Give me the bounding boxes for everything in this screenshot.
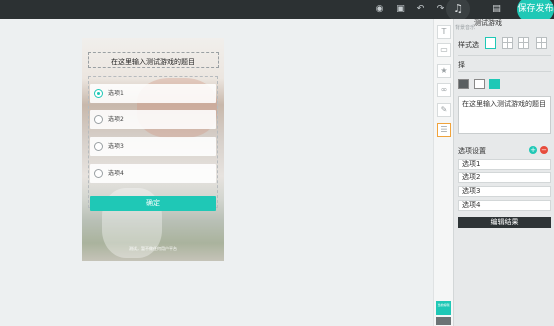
option-3[interactable]: 选项3 bbox=[90, 137, 216, 156]
option-label: 选项3 bbox=[108, 143, 124, 150]
preview-icon[interactable]: ▣ bbox=[394, 3, 407, 16]
tool-strip: T ▭ ★ ∞ ✎ ☰ 当前编辑 bbox=[433, 19, 453, 326]
option-1[interactable]: 选项1 bbox=[90, 84, 216, 103]
save-icon[interactable]: ▤ bbox=[490, 3, 503, 16]
radio-icon[interactable] bbox=[94, 142, 103, 151]
star-icon[interactable]: ★ bbox=[437, 64, 451, 78]
eye-icon[interactable]: ◉ bbox=[373, 3, 386, 16]
radio-icon[interactable] bbox=[94, 115, 103, 124]
option-4[interactable]: 选项4 bbox=[90, 164, 216, 183]
question-title[interactable]: 在这里输入测试游戏的题目 bbox=[82, 57, 224, 67]
music-icon[interactable]: ♫ bbox=[446, 0, 470, 21]
option-label: 选项2 bbox=[108, 116, 124, 123]
radio-selected-icon[interactable] bbox=[94, 89, 103, 98]
section-label: 择 bbox=[458, 61, 465, 69]
option-label: 选项1 bbox=[108, 90, 124, 97]
link-icon[interactable]: ∞ bbox=[437, 83, 451, 97]
phone-canvas[interactable]: 在这里输入测试游戏的题目 选项1 选项2 选项3 选项4 确定 测试，暂不做任何… bbox=[82, 38, 224, 261]
image-icon[interactable]: ▭ bbox=[437, 43, 451, 57]
footer-text: 测试，暂不做任何用户平台 bbox=[129, 246, 177, 251]
option-input-1[interactable]: 选项1 bbox=[458, 159, 551, 170]
settings-panel: 测试游戏 背景音乐 样式选 择 在这里输入测试游戏的题目 选项设置 + − 选项… bbox=[453, 19, 554, 326]
color-swatch-dark[interactable] bbox=[458, 79, 469, 89]
panel-tab-label[interactable]: 背景音乐 bbox=[455, 24, 475, 31]
color-swatch-teal[interactable] bbox=[489, 79, 500, 89]
text-icon[interactable]: T bbox=[437, 25, 451, 39]
option-2[interactable]: 选项2 bbox=[90, 110, 216, 129]
options-setting-label: 选项设置 bbox=[458, 147, 486, 155]
color-swatch-white[interactable] bbox=[474, 79, 485, 89]
layout-grid-option[interactable] bbox=[502, 37, 513, 49]
option-input-3[interactable]: 选项3 bbox=[458, 186, 551, 197]
question-text-input[interactable]: 在这里输入测试游戏的题目 bbox=[458, 96, 551, 134]
current-edit-button[interactable]: 当前编辑 bbox=[436, 301, 451, 315]
form-icon[interactable]: ☰ bbox=[437, 123, 451, 137]
top-toolbar: ◉ ▣ ↶ ↷ ♫ ▤ 保存发布 bbox=[0, 0, 554, 22]
radio-icon[interactable] bbox=[94, 169, 103, 178]
style-label: 样式选 bbox=[458, 41, 479, 49]
divider bbox=[458, 55, 551, 56]
pen-icon[interactable]: ✎ bbox=[437, 103, 451, 117]
undo-icon[interactable]: ↶ bbox=[414, 3, 427, 16]
layout-grid-option[interactable] bbox=[518, 37, 529, 49]
option-input-4[interactable]: 选项4 bbox=[458, 200, 551, 211]
layout-single-option[interactable] bbox=[485, 37, 496, 49]
remove-option-icon[interactable]: − bbox=[540, 146, 548, 154]
add-option-icon[interactable]: + bbox=[529, 146, 537, 154]
divider bbox=[458, 71, 551, 72]
option-label: 选项4 bbox=[108, 170, 124, 177]
edit-result-button[interactable]: 编辑结果 bbox=[458, 217, 551, 228]
collapse-button[interactable] bbox=[436, 317, 451, 325]
submit-button[interactable]: 确定 bbox=[90, 196, 216, 211]
option-input-2[interactable]: 选项2 bbox=[458, 172, 551, 183]
layout-grid-option[interactable] bbox=[536, 37, 547, 49]
